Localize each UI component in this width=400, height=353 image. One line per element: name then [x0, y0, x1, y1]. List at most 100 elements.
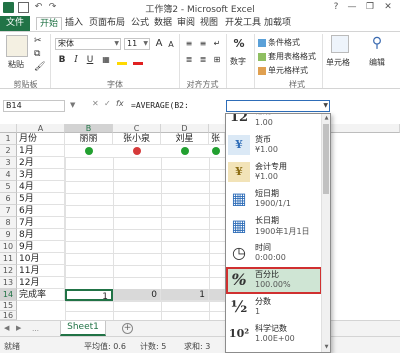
scroll-right-icon[interactable]: ▶	[16, 324, 21, 332]
percent-icon[interactable]: %	[231, 36, 247, 52]
cell-month[interactable]: 10月	[17, 253, 65, 265]
binoculars-icon[interactable]: ⚲	[368, 35, 386, 53]
cell-month-header[interactable]: 月份	[17, 133, 65, 145]
cell-month[interactable]: 4月	[17, 181, 65, 193]
cell-name-header[interactable]: 丽丽	[65, 133, 113, 145]
tab-addins[interactable]: 加载项	[261, 17, 294, 30]
font-name-combo[interactable]: 宋体 ▼	[55, 38, 121, 50]
column-header-c[interactable]: C	[113, 124, 161, 133]
cell-month[interactable]: 6月	[17, 205, 65, 217]
empty-cells[interactable]	[65, 301, 225, 320]
cell-style-button[interactable]: 单元格样式	[258, 65, 308, 76]
scrollbar-thumb[interactable]	[323, 124, 329, 194]
format-accounting[interactable]: ¥ 会计专用 ¥1.00	[226, 159, 322, 186]
font-size-combo[interactable]: 11 ▼	[124, 38, 150, 50]
cell-month[interactable]: 12月	[17, 277, 65, 289]
format-general[interactable]: 12 常规 1.00	[226, 114, 322, 132]
row-header[interactable]: 16	[0, 311, 17, 320]
row-header[interactable]: 4	[0, 169, 17, 181]
table-format-button[interactable]: 套用表格格式	[258, 51, 316, 62]
close-button[interactable]: ✕	[380, 1, 396, 14]
row-header[interactable]: 12	[0, 265, 17, 277]
format-scientific[interactable]: 10² 科学记数 1.00E+00	[226, 321, 322, 348]
format-short-date[interactable]: ▦ 短日期 1900/1/1	[226, 186, 322, 213]
name-box[interactable]: B14	[3, 100, 65, 112]
number-format-button[interactable]: 数字	[230, 56, 246, 67]
paste-button[interactable]: 粘贴	[8, 59, 24, 70]
column-header-b[interactable]: B	[65, 124, 113, 133]
cell-c14[interactable]: 0	[113, 289, 161, 301]
cell-month[interactable]: 5月	[17, 193, 65, 205]
sheet-tab[interactable]: Sheet1	[60, 321, 106, 336]
bold-button[interactable]: B	[56, 54, 68, 66]
italic-button[interactable]: I	[70, 54, 82, 66]
row-header[interactable]: 13	[0, 277, 17, 289]
select-all-corner[interactable]	[0, 124, 17, 133]
chevron-down-icon[interactable]: ▼	[70, 101, 75, 109]
scroll-up-icon[interactable]: ▲	[322, 114, 330, 122]
cell-month[interactable]: 9月	[17, 241, 65, 253]
cell-month[interactable]: 3月	[17, 169, 65, 181]
row-header[interactable]: 5	[0, 181, 17, 193]
scroll-down-icon[interactable]: ▼	[322, 343, 330, 351]
font-color-icon[interactable]	[132, 54, 144, 66]
row-header[interactable]: 14	[0, 289, 17, 301]
cell-month[interactable]: 2月	[17, 157, 65, 169]
cut-icon[interactable]: ✂	[34, 36, 42, 46]
format-time[interactable]: ◷ 时间 0:00:00	[226, 240, 322, 267]
more-sheets-icon[interactable]: …	[32, 325, 39, 333]
copy-icon[interactable]: ⧉	[34, 49, 40, 59]
empty-cells[interactable]	[65, 157, 225, 289]
cells-button[interactable]: 单元格	[326, 57, 350, 68]
cell-b14-selected[interactable]: 1	[65, 289, 113, 301]
tab-home[interactable]: 开始	[36, 17, 63, 30]
tab-data[interactable]: 数据	[151, 17, 175, 30]
row-header[interactable]: 10	[0, 241, 17, 253]
grow-font-button[interactable]: A	[153, 38, 165, 50]
paste-icon[interactable]	[6, 35, 28, 57]
tab-review[interactable]: 审阅	[174, 17, 198, 30]
restore-button[interactable]: ❐	[362, 1, 378, 14]
row-header[interactable]: 7	[0, 205, 17, 217]
shrink-font-button[interactable]: A	[165, 39, 177, 51]
help-button[interactable]: ?	[328, 1, 344, 14]
insert-function-button[interactable]: fx	[116, 99, 124, 108]
row-header[interactable]: 1	[0, 133, 17, 145]
edit-button[interactable]: 编辑	[369, 57, 385, 68]
cell-month[interactable]: 8月	[17, 229, 65, 241]
align-center-icon[interactable]: ≣	[197, 54, 209, 66]
align-top-icon[interactable]: ≡	[183, 38, 195, 50]
tab-insert[interactable]: 插入	[62, 17, 86, 30]
cell-name-header[interactable]: 张	[209, 133, 225, 145]
underline-button[interactable]: U	[84, 54, 96, 66]
format-currency[interactable]: ¥ 货币 ¥1.00	[226, 132, 322, 159]
cell-month[interactable]: 7月	[17, 217, 65, 229]
cancel-icon[interactable]: ✕	[92, 99, 99, 108]
row-header[interactable]: 11	[0, 253, 17, 265]
cells-icon[interactable]	[331, 35, 349, 53]
formula-input[interactable]: =AVERAGE(B2:	[131, 100, 225, 112]
column-header-a[interactable]: A	[17, 124, 65, 133]
number-format-combo[interactable]: ▼	[226, 100, 330, 112]
merge-icon[interactable]: ⊞	[211, 54, 223, 66]
row-header[interactable]: 15	[0, 301, 17, 311]
enter-icon[interactable]: ✓	[104, 99, 111, 108]
format-percentage[interactable]: % 百分比 100.00%	[226, 267, 322, 294]
row-header[interactable]: 3	[0, 157, 17, 169]
border-icon[interactable]: ▦	[100, 54, 112, 66]
row-header[interactable]: 6	[0, 193, 17, 205]
add-sheet-button[interactable]: +	[122, 323, 133, 334]
tab-developer[interactable]: 开发工具	[222, 17, 264, 30]
fill-color-icon[interactable]	[116, 54, 128, 66]
column-header-d[interactable]: D	[161, 124, 209, 133]
format-fraction[interactable]: ½ 分数 1	[226, 294, 322, 321]
cell-e14[interactable]	[209, 289, 225, 301]
row-header[interactable]: 8	[0, 217, 17, 229]
conditional-format-button[interactable]: 条件格式	[258, 37, 300, 48]
tab-formulas[interactable]: 公式	[128, 17, 152, 30]
cell-d14[interactable]: 1	[161, 289, 209, 301]
cell-name-header[interactable]: 刘星	[161, 133, 209, 145]
cell-completion-label[interactable]: 完成率	[17, 289, 65, 301]
worksheet-grid[interactable]: A B C D E 1 2 3 4 5 6 7 8 9 10 11 12 13 …	[0, 124, 400, 320]
format-long-date[interactable]: ▦ 长日期 1900年1月1日	[226, 213, 322, 240]
